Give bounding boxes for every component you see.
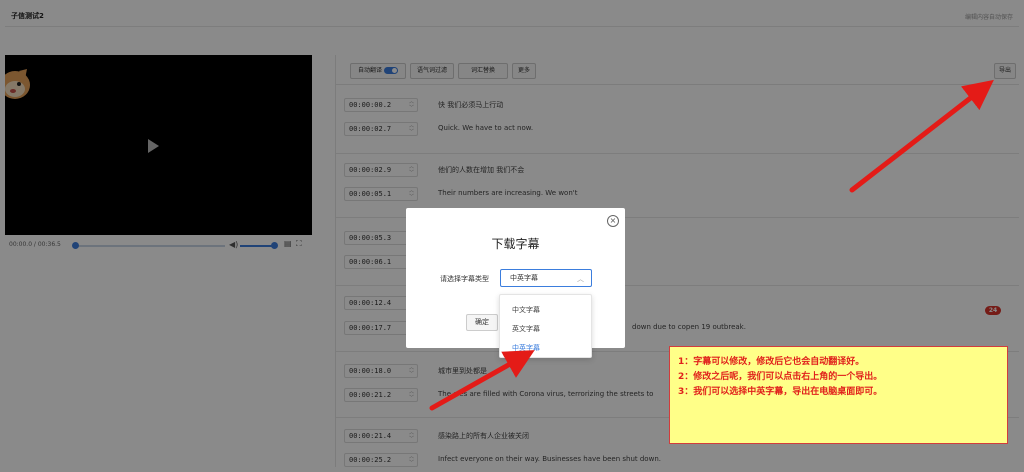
option-english[interactable]: 英文字幕 [512,324,540,334]
note-line-1: 1：字幕可以修改，修改后它也会自动翻译好。 [678,357,865,367]
note-line-3: 3：我们可以选择中英字幕，导出在电脑桌面即可。 [678,387,883,397]
close-icon[interactable]: × [607,215,619,227]
chevron-up-icon: ︿ [577,275,584,283]
option-bilingual[interactable]: 中英字幕 [512,343,540,353]
subtitle-type-select[interactable]: 中英字幕 ︿ [500,269,592,287]
selected-value: 中英字幕 [510,274,538,282]
confirm-button[interactable]: 确定 [466,314,498,331]
option-chinese[interactable]: 中文字幕 [512,305,540,315]
subtitle-type-dropdown: 中文字幕 英文字幕 中英字幕 [499,294,592,358]
note-line-2: 2：修改之后呢，我们可以点击右上角的一个导出。 [678,372,883,382]
annotation-note: 1：字幕可以修改，修改后它也会自动翻译好。 2：修改之后呢，我们可以点击右上角的… [669,346,1008,444]
subtitle-type-label: 请选择字幕类型 [440,275,489,283]
dialog-title: 下载字幕 [491,237,540,251]
